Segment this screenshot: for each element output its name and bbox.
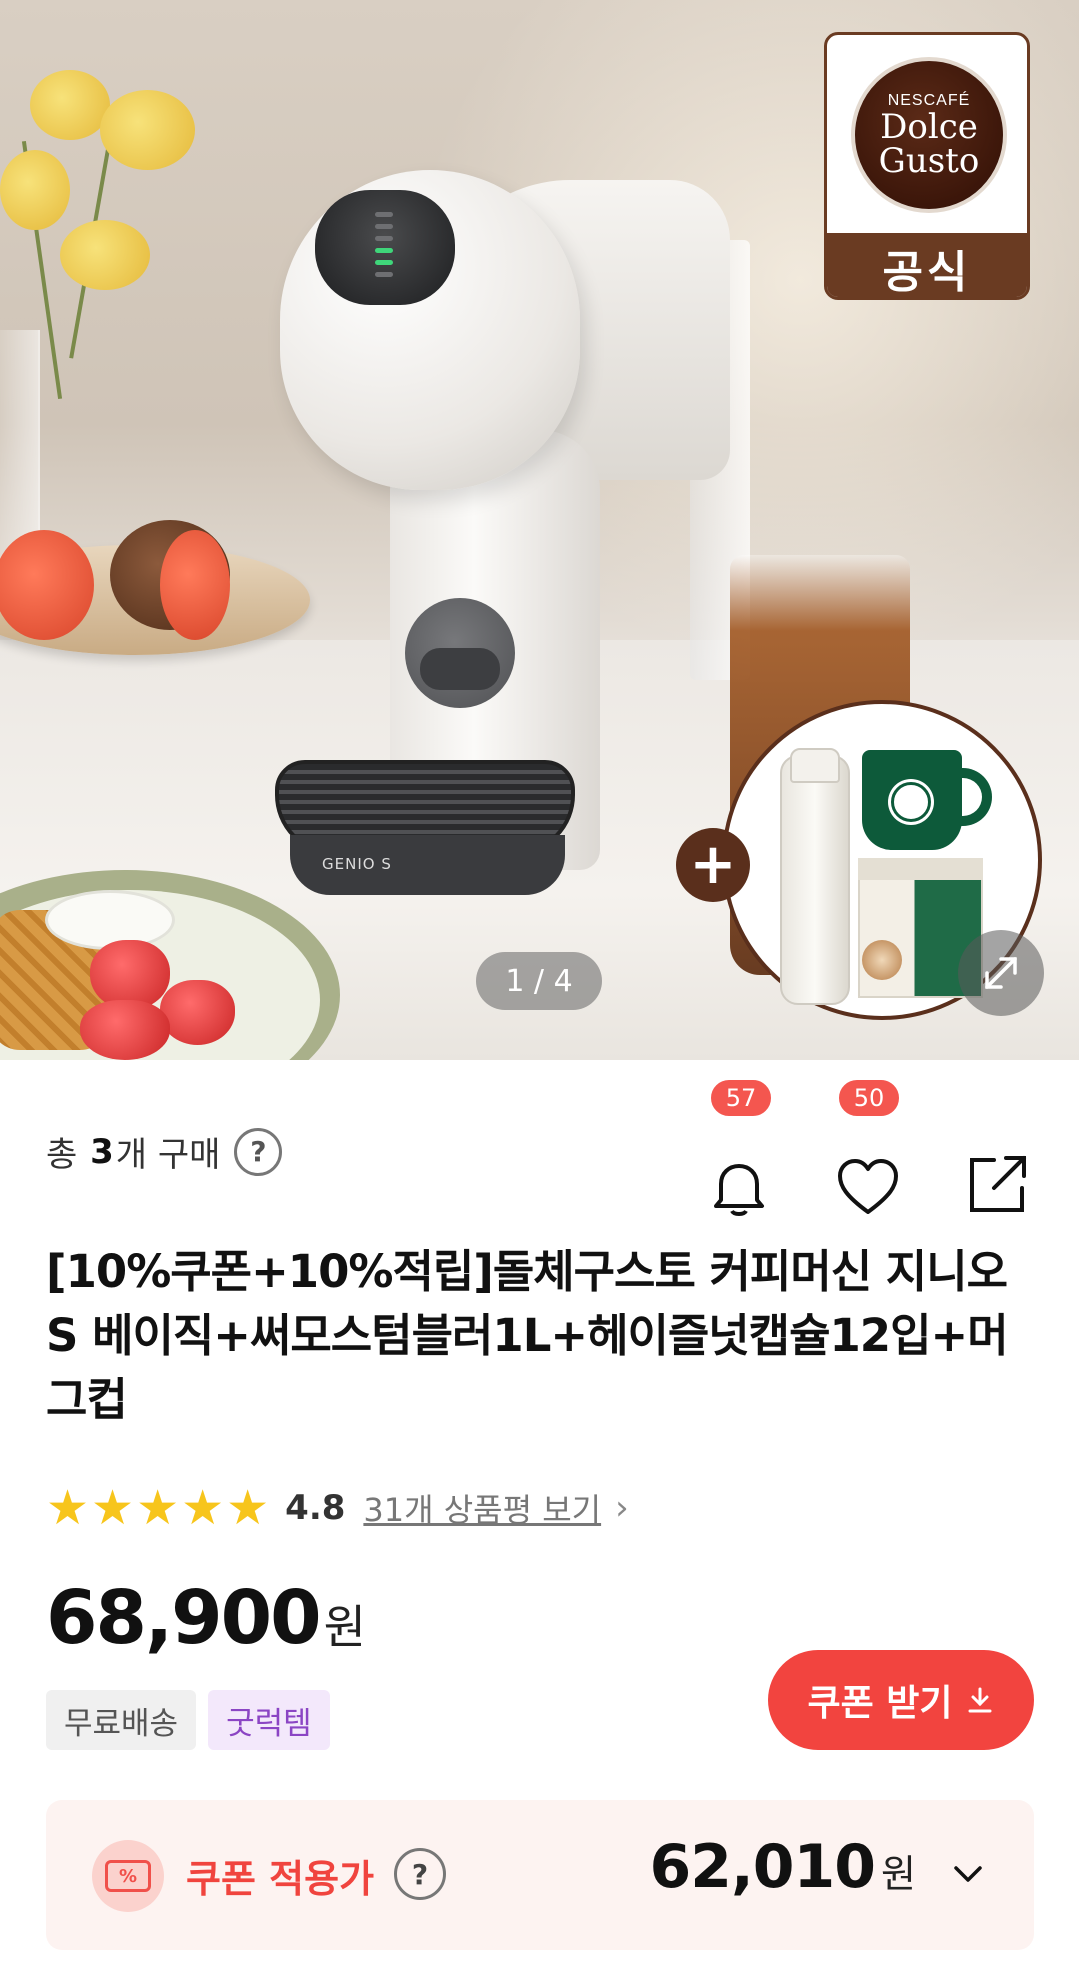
panel-led: [375, 212, 393, 217]
panel-led: [375, 272, 393, 277]
purchase-prefix: 총: [46, 1135, 78, 1175]
panel-led: [375, 260, 393, 265]
star-icon: ★: [136, 1480, 180, 1536]
logo-line-gusto: Gusto: [878, 141, 980, 181]
star-icon: ★: [181, 1480, 225, 1536]
cream-dish: [45, 890, 175, 950]
heart-icon: [838, 1159, 898, 1214]
rating-score: 4.8: [285, 1488, 346, 1528]
panel-led: [375, 248, 393, 253]
capsule-box-top: [858, 858, 983, 880]
coupon-price-label: 쿠폰 적용가: [186, 1857, 375, 1901]
tag-free-shipping: 무료배송: [46, 1690, 197, 1750]
coupon-price-currency: 원: [881, 1852, 916, 1896]
flower: [100, 90, 195, 170]
star-icon: ★: [91, 1480, 135, 1536]
like-button[interactable]: [834, 1118, 902, 1220]
flower: [30, 70, 110, 140]
alarm-count-badge: 57: [708, 1077, 774, 1119]
official-store-badge: NESCAFÉ Dolce Gusto 공식: [824, 32, 1030, 300]
like-count-badge: 50: [836, 1077, 902, 1119]
strawberry: [80, 1000, 170, 1060]
purchase-count-number: 3: [90, 1131, 114, 1172]
price-value: 68,900: [46, 1575, 322, 1661]
starbucks-logo-icon: [891, 782, 931, 822]
product-price: 68,900 원: [46, 1575, 366, 1661]
capsule: [160, 530, 230, 640]
chevron-down-icon[interactable]: [948, 1854, 988, 1894]
price-currency: 원: [323, 1600, 366, 1654]
coupon-ticket-icon: %: [105, 1860, 151, 1892]
panel-led: [375, 236, 393, 241]
download-icon: [968, 1687, 991, 1713]
dolce-gusto-logo: NESCAFÉ Dolce Gusto: [851, 57, 1007, 213]
product-tags: 무료배송 굿럭템: [46, 1690, 342, 1750]
official-label: 공식: [827, 233, 1027, 297]
reviews-link[interactable]: 31개 상품평 보기: [363, 1485, 601, 1531]
expand-image-button[interactable]: [958, 930, 1044, 1016]
machine-knob-handle: [420, 648, 500, 690]
rating-row: ★ ★ ★ ★ ★ 4.8 31개 상품평 보기 ›: [46, 1484, 629, 1532]
coupon-price-box[interactable]: % 쿠폰 적용가 ? 62,010 원: [46, 1800, 1034, 1950]
coupon-help-button[interactable]: ?: [394, 1848, 446, 1900]
tag-good-luck-item: 굿럭템: [208, 1690, 330, 1750]
strawberry: [160, 980, 235, 1045]
coupon-price-value: 62,010: [649, 1832, 876, 1902]
alarm-button[interactable]: [706, 1118, 772, 1220]
purchase-help-button[interactable]: ?: [234, 1127, 283, 1176]
machine-control-panel: [315, 190, 455, 305]
flower: [0, 150, 70, 230]
coupon-icon: %: [92, 1840, 164, 1912]
capsule-box-cup: [862, 940, 902, 980]
machine-model-label: GENIO S: [322, 855, 392, 873]
product-image-carousel[interactable]: GENIO S + NESCAFÉ Dolce Gusto 공식 1 / 4: [0, 0, 1079, 1060]
get-coupon-label: 쿠폰 받기: [807, 1683, 953, 1724]
share-button[interactable]: [966, 1118, 1032, 1216]
star-icon: ★: [226, 1480, 270, 1536]
purchase-suffix: 개 구매: [115, 1135, 221, 1175]
product-title: [10%쿠폰+10%적립]돌체구스토 커피머신 지니오S 베이직+써모스텀블러1…: [46, 1245, 1009, 1426]
coupon-price: 62,010 원: [649, 1832, 916, 1902]
chevron-right-icon[interactable]: ›: [615, 1488, 629, 1528]
image-pager: 1 / 4: [476, 952, 602, 1010]
star-icon: ★: [46, 1480, 90, 1536]
get-coupon-button[interactable]: 쿠폰 받기: [768, 1650, 1034, 1750]
thermos-tumbler-cap: [790, 748, 840, 783]
panel-led: [375, 224, 393, 229]
plus-icon: +: [676, 828, 750, 902]
logo-line-dolce: Dolce: [880, 107, 978, 147]
purchase-count: 총 3개 구매 ?: [46, 1127, 283, 1176]
share-icon: [970, 1156, 1026, 1212]
flower: [60, 220, 150, 290]
bell-icon: [714, 1164, 764, 1216]
expand-icon: [985, 957, 1017, 989]
thermos-tumbler: [780, 755, 850, 1005]
